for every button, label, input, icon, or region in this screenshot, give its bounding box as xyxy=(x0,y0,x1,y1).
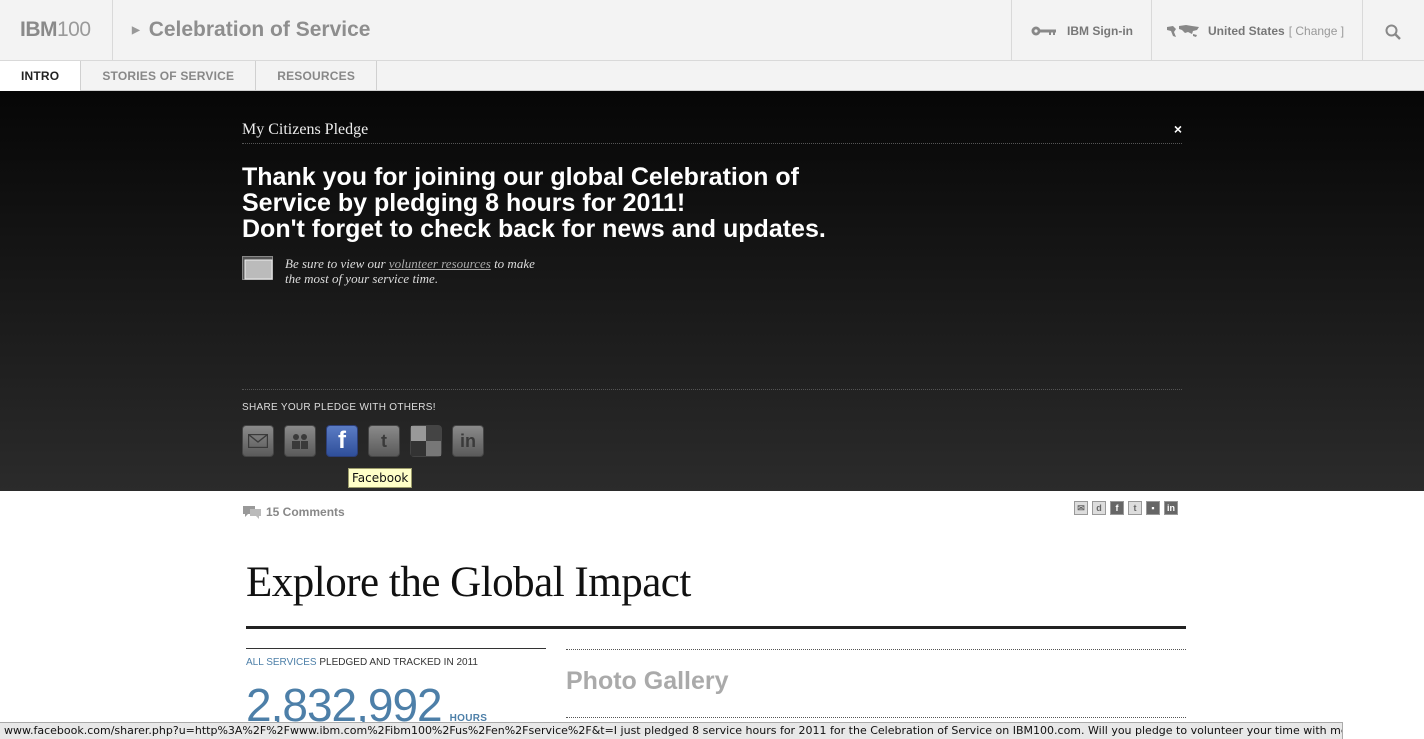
masthead: IBM100 ▶ Celebration of Service IBM Sign… xyxy=(0,0,1424,61)
volunteer-resources-link[interactable]: volunteer resources xyxy=(389,256,491,271)
divider xyxy=(566,649,1186,650)
photo-gallery-title: Photo Gallery xyxy=(566,667,729,695)
divider xyxy=(246,648,546,649)
pledge-title: My Citizens Pledge xyxy=(242,121,369,138)
divider xyxy=(112,0,113,61)
volunteer-resources-note: Be sure to view our volunteer resources … xyxy=(242,256,535,286)
key-icon xyxy=(1031,26,1056,36)
change-country-link[interactable]: [ Change ] xyxy=(1289,24,1344,38)
facebook-tooltip: Facebook xyxy=(348,468,413,488)
divider xyxy=(566,717,1186,718)
triangle-right-icon: ▶ xyxy=(132,24,140,36)
browser-status-bar: www.facebook.com/sharer.php?u=http%3A%2F… xyxy=(0,722,1343,739)
digg-icon[interactable] xyxy=(284,425,316,457)
close-icon[interactable]: × xyxy=(1174,121,1182,137)
site-title[interactable]: ▶ Celebration of Service xyxy=(132,18,370,42)
share-icons: f t in xyxy=(242,425,484,457)
search-icon xyxy=(1385,24,1401,40)
linkedin-icon[interactable]: in xyxy=(452,425,484,457)
speech-bubble-icon xyxy=(243,506,261,519)
divider xyxy=(1011,0,1012,61)
tab-intro[interactable]: INTRO xyxy=(0,61,82,91)
folder-icon xyxy=(242,256,273,280)
comments-link[interactable]: 15 Comments xyxy=(242,504,345,520)
pledge-thanks-message: Thank you for joining our global Celebra… xyxy=(242,163,826,243)
linkedin-icon[interactable]: in xyxy=(1164,501,1178,515)
facebook-icon[interactable]: f xyxy=(1110,501,1124,515)
twitter-icon[interactable]: t xyxy=(368,425,400,457)
share-label: SHARE YOUR PLEDGE WITH OTHERS! xyxy=(242,402,436,413)
search-button[interactable] xyxy=(1380,20,1406,44)
tab-bar: INTRO STORIES OF SERVICE RESOURCES xyxy=(0,61,1424,91)
divider xyxy=(242,389,1182,390)
mini-share-icons: ✉ d f t ▪ in xyxy=(1074,501,1178,515)
all-services-link[interactable]: ALL SERVICES xyxy=(246,657,317,668)
divider xyxy=(1362,0,1363,61)
world-map-icon xyxy=(1167,25,1199,37)
digg-icon[interactable]: d xyxy=(1092,501,1106,515)
tab-resources[interactable]: RESOURCES xyxy=(256,61,378,91)
country-selector[interactable]: United States [ Change ] xyxy=(1166,24,1344,38)
email-icon[interactable] xyxy=(242,425,274,457)
pledge-panel: My Citizens Pledge × Thank you for joini… xyxy=(0,91,1424,491)
ibm100-logo[interactable]: IBM100 xyxy=(20,18,91,42)
tab-stories-of-service[interactable]: STORIES OF SERVICE xyxy=(81,61,257,91)
pledge-header: My Citizens Pledge × xyxy=(242,121,1182,144)
facebook-icon[interactable]: f xyxy=(326,425,358,457)
page-heading: Explore the Global Impact xyxy=(246,559,691,606)
delicious-icon[interactable] xyxy=(410,425,442,457)
twitter-icon[interactable]: t xyxy=(1128,501,1142,515)
stats-label: ALL SERVICES PLEDGED AND TRACKED IN 2011 xyxy=(246,657,478,668)
delicious-icon[interactable]: ▪ xyxy=(1146,501,1160,515)
divider xyxy=(246,626,1186,629)
email-icon[interactable]: ✉ xyxy=(1074,501,1088,515)
divider xyxy=(1151,0,1152,61)
sign-in-link[interactable]: IBM Sign-in xyxy=(1031,24,1133,38)
